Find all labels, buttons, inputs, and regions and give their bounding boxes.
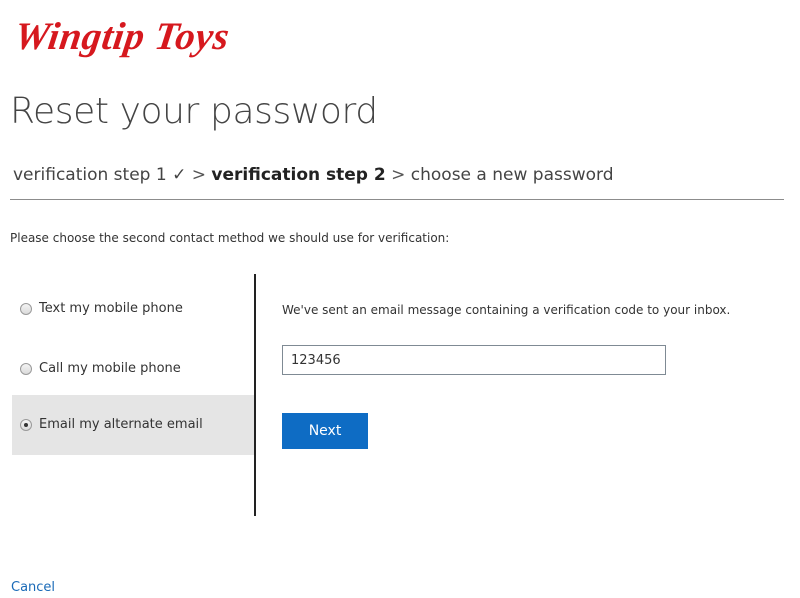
brand-logo: Wingtip Toys [11,15,233,58]
method-label: Email my alternate email [39,417,203,432]
checkmark-icon: ✓ [172,165,187,185]
breadcrumb-separator: > [191,165,206,185]
contact-method-list: Text my mobile phone Call my mobile phon… [12,275,255,517]
method-option-email[interactable]: Email my alternate email [12,395,255,455]
breadcrumb-step-2: verification step 2 [211,165,386,185]
method-option-call-phone[interactable]: Call my mobile phone [12,339,255,399]
method-option-text-phone[interactable]: Text my mobile phone [12,279,255,339]
breadcrumb-step-3: choose a new password [410,165,614,185]
verification-message: We've sent an email message containing a… [282,303,731,317]
breadcrumb-separator: > [391,165,406,185]
page-title: Reset your password [10,91,378,132]
radio-button-selected-icon[interactable] [20,419,32,431]
breadcrumb: verification step 1 ✓ > verification ste… [13,163,614,187]
header-divider [10,199,784,200]
instruction-text: Please choose the second contact method … [10,231,450,245]
breadcrumb-step-1: verification step 1 [13,165,167,185]
radio-button-icon[interactable] [20,363,32,375]
method-label: Text my mobile phone [39,301,183,316]
method-label: Call my mobile phone [39,361,181,376]
next-button[interactable]: Next [282,413,368,449]
radio-button-icon[interactable] [20,303,32,315]
cancel-link[interactable]: Cancel [11,579,55,597]
verification-code-input[interactable] [282,345,666,375]
panel-divider [254,274,256,516]
